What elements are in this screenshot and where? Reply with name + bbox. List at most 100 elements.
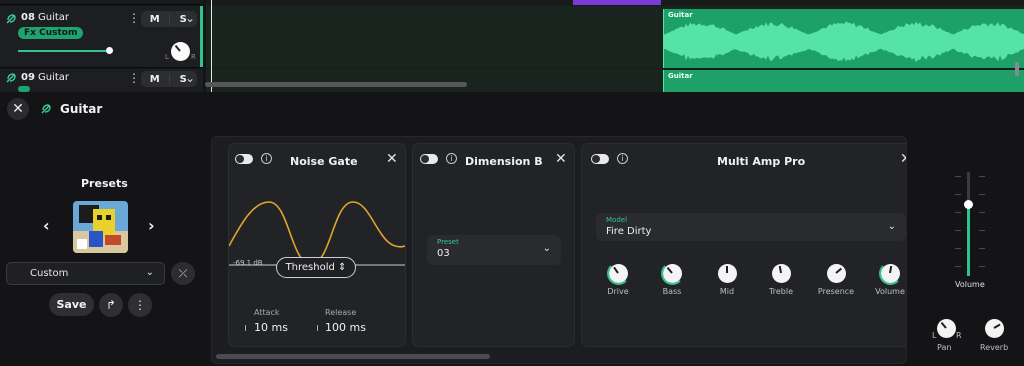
attack-value[interactable]: 10 ms (254, 321, 288, 334)
threshold-label: Threshold (285, 262, 335, 273)
pan-right-label: R (956, 331, 962, 340)
bass-label: Bass (662, 287, 682, 296)
chevron-down-icon: ⌄ (887, 221, 896, 232)
effects-rack: i Noise Gate ✕ -69.1 dB Threshold ⇕ Atta… (211, 136, 907, 364)
track-number: 09 (21, 72, 35, 83)
chevron-down-icon: ⌄ (145, 267, 154, 278)
previous-preset-icon[interactable]: ‹ (43, 216, 50, 235)
close-icon[interactable]: ✕ (555, 151, 567, 167)
info-icon[interactable]: i (261, 153, 272, 164)
timeline-horizontal-scrollbar[interactable] (205, 82, 467, 87)
attack-tick (245, 325, 246, 331)
bass-knob[interactable] (661, 262, 684, 285)
track-menu-icon[interactable]: ⋮ (128, 71, 140, 85)
panel-title: Guitar (60, 102, 103, 116)
preset-dropdown-value: Custom (30, 268, 69, 279)
presence-knob[interactable] (827, 264, 846, 283)
next-preset-icon[interactable]: › (148, 216, 155, 235)
preset-dropdown[interactable]: Custom ⌄ (6, 262, 165, 285)
noise-gate-card: i Noise Gate ✕ -69.1 dB Threshold ⇕ Atta… (228, 143, 406, 347)
preset-value: 03 (437, 248, 450, 259)
release-tick (317, 325, 318, 331)
mute-button[interactable]: M (141, 74, 169, 85)
model-label: Model (606, 216, 628, 224)
release-label: Release (325, 308, 357, 317)
pan-label: Pan (937, 343, 952, 352)
close-icon[interactable]: ✕ (386, 151, 398, 167)
updown-icon: ⇕ (338, 262, 347, 273)
track-area: 08 Guitar ⋮ M S ⌄ Fx Custom L R 09 Guita… (0, 0, 1024, 92)
reverb-label: Reverb (980, 343, 1009, 352)
fx-badge[interactable]: Fx Custom (18, 27, 84, 39)
track-number: 08 (21, 12, 35, 23)
pan-left-label: L (165, 53, 169, 61)
track-header-09[interactable]: 09 Guitar ⋮ M S ⌄ (0, 69, 203, 92)
close-icon[interactable]: ✕ (900, 151, 906, 167)
dimension-preset-dropdown[interactable]: Preset 03 ⌄ (427, 235, 561, 265)
attack-label: Attack (254, 308, 280, 317)
pan-left-label: L (932, 331, 937, 340)
threshold-control[interactable]: Threshold ⇕ (276, 257, 356, 278)
more-options-icon[interactable]: ⋮ (128, 293, 152, 317)
volume-knob[interactable] (879, 262, 902, 285)
waveform (664, 21, 1024, 63)
guitar-instrument-icon (40, 103, 52, 115)
mid-knob[interactable] (718, 264, 737, 283)
chevron-down-icon: ⌄ (542, 243, 551, 254)
track-name[interactable]: Guitar (38, 72, 69, 83)
volume-fader-ticks (955, 172, 985, 276)
track-pan-knob[interactable] (171, 42, 190, 61)
pan-knob[interactable] (937, 319, 956, 338)
volume-fader-fill[interactable] (967, 204, 970, 276)
track-menu-icon[interactable]: ⋮ (128, 11, 140, 25)
clip-label: Guitar (668, 11, 693, 19)
reverb-knob[interactable] (985, 319, 1004, 338)
info-icon[interactable]: i (446, 153, 457, 164)
threshold-readout: -69.1 dB (233, 259, 263, 267)
save-button[interactable]: Save (49, 293, 94, 316)
model-value: Fire Dirty (606, 226, 652, 237)
rack-horizontal-scrollbar[interactable] (216, 354, 490, 359)
close-icon[interactable]: ✕ (7, 98, 29, 120)
chevron-down-icon[interactable]: ⌄ (184, 71, 196, 85)
track-selected-indicator (200, 6, 203, 67)
presets-title: Presets (81, 177, 128, 190)
clip-label: Guitar (668, 72, 693, 80)
volume-fader-thumb[interactable] (964, 200, 973, 209)
release-value[interactable]: 100 ms (325, 321, 366, 334)
drive-label: Drive (607, 287, 629, 296)
audio-clip[interactable]: Guitar (663, 9, 1024, 68)
timeline-vertical-scrollbar[interactable] (1015, 62, 1019, 76)
audio-clip[interactable]: Guitar (663, 70, 1024, 92)
preset-artwork (73, 201, 128, 253)
pan-right-label: R (191, 53, 196, 61)
dimension-title: Dimension B (465, 155, 543, 168)
track-volume-thumb[interactable] (106, 47, 113, 54)
amp-title: Multi Amp Pro (717, 155, 806, 168)
clip-purple[interactable] (573, 0, 661, 5)
amp-toggle[interactable] (591, 154, 609, 164)
instrument-panel: ✕ Guitar Presets ‹ › Custom ⌄ ⤫ Save ↱ ⋮… (0, 92, 1024, 366)
share-icon[interactable]: ↱ (99, 293, 123, 317)
mid-label: Mid (719, 287, 735, 296)
presence-label: Presence (817, 287, 855, 296)
chevron-down-icon[interactable]: ⌄ (184, 11, 196, 25)
guitar-instrument-icon (5, 72, 17, 84)
track-volume-slider[interactable] (18, 50, 110, 52)
treble-knob[interactable] (772, 264, 791, 283)
mute-button[interactable]: M (141, 14, 169, 25)
timeline[interactable]: Guitar Guitar (206, 0, 1024, 92)
playhead[interactable] (211, 0, 212, 92)
track-name[interactable]: Guitar (38, 12, 69, 23)
noise-gate-toggle[interactable] (235, 154, 253, 164)
drive-knob[interactable] (607, 262, 630, 285)
dimension-toggle[interactable] (420, 154, 438, 164)
track-header-08[interactable]: 08 Guitar ⋮ M S ⌄ Fx Custom L R (0, 6, 203, 68)
volume-fader-label: Volume (955, 280, 985, 289)
unlink-icon[interactable]: ⤫ (171, 262, 195, 285)
noise-gate-title: Noise Gate (290, 155, 358, 168)
amp-model-dropdown[interactable]: Model Fire Dirty ⌄ (596, 213, 906, 241)
track-header-previous (0, 0, 203, 5)
info-icon[interactable]: i (617, 153, 628, 164)
volume-label: Volume (875, 287, 905, 296)
